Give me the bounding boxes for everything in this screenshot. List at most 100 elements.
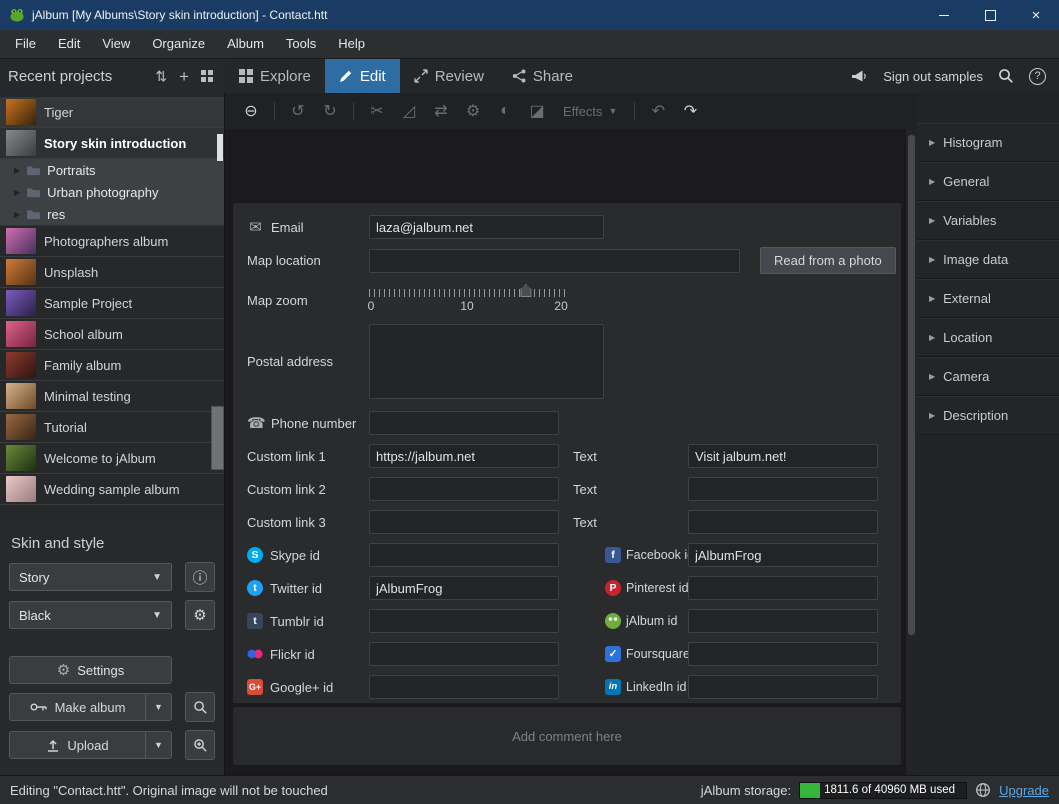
googleplus-id-input[interactable] (369, 675, 559, 699)
expand-icon[interactable]: ▶ (14, 210, 20, 219)
make-album-button[interactable]: Make album (10, 694, 145, 720)
project-item[interactable]: Family album (0, 350, 224, 381)
slider-thumb[interactable] (520, 284, 531, 297)
custom-link-1-url-input[interactable] (369, 444, 559, 468)
project-item[interactable]: Tutorial (0, 412, 224, 443)
redo-icon[interactable]: ↷ (676, 98, 704, 124)
rotate-left-icon[interactable]: ↺ (284, 98, 312, 124)
panel-section-histogram[interactable]: ▶Histogram (917, 123, 1059, 162)
tumblr-id-input[interactable] (369, 609, 559, 633)
sidebar-scrollbar-thumb[interactable] (211, 406, 224, 470)
minimize-button[interactable] (921, 0, 967, 30)
upload-dropdown[interactable]: ▼ (145, 732, 171, 758)
custom-link-3-url-input[interactable] (369, 510, 559, 534)
tab-share[interactable]: Share (498, 59, 587, 93)
style-select[interactable]: Black ▼ (9, 601, 172, 629)
sign-out-link[interactable]: Sign out samples (883, 69, 983, 84)
upgrade-link[interactable]: Upgrade (999, 783, 1049, 798)
twitter-id-input[interactable] (369, 576, 559, 600)
menu-organize[interactable]: Organize (141, 30, 216, 58)
close-button[interactable]: × (1013, 0, 1059, 30)
menu-file[interactable]: File (4, 30, 47, 58)
project-item[interactable]: Minimal testing (0, 381, 224, 412)
make-album-dropdown[interactable]: ▼ (145, 694, 171, 720)
menu-tools[interactable]: Tools (275, 30, 327, 58)
read-from-photo-button[interactable]: Read from a photo (760, 247, 896, 274)
expand-icon[interactable]: ▶ (14, 166, 20, 175)
project-item[interactable]: School album (0, 319, 224, 350)
email-input[interactable] (369, 215, 604, 239)
add-project-icon[interactable]: + (179, 68, 189, 85)
foursquare-id-input[interactable] (688, 642, 878, 666)
tree-item[interactable]: ▶res (0, 203, 224, 225)
effects-dropdown[interactable]: Effects▼ (555, 104, 625, 119)
menu-view[interactable]: View (91, 30, 141, 58)
project-item[interactable]: Wedding sample album (0, 474, 224, 505)
project-item[interactable]: Tiger (0, 97, 224, 128)
menu-help[interactable]: Help (327, 30, 376, 58)
tab-edit[interactable]: Edit (325, 59, 400, 93)
straighten-icon[interactable]: ◿ (395, 98, 423, 124)
style-settings-button[interactable]: ⚙ (185, 600, 215, 630)
project-item[interactable]: Unsplash (0, 257, 224, 288)
expand-icon[interactable]: ▶ (14, 188, 20, 197)
panel-section-variables[interactable]: ▶Variables (917, 201, 1059, 240)
rotate-right-icon[interactable]: ↻ (316, 98, 344, 124)
tab-review[interactable]: Review (400, 59, 498, 93)
upload-button[interactable]: Upload (10, 732, 145, 758)
linkedin-id-input[interactable] (688, 675, 878, 699)
editor-scrollbar[interactable] (905, 129, 917, 775)
project-name: Minimal testing (44, 389, 131, 404)
tab-explore[interactable]: Explore (225, 59, 325, 93)
panel-section-camera[interactable]: ▶Camera (917, 357, 1059, 396)
panel-section-location[interactable]: ▶Location (917, 318, 1059, 357)
pinterest-id-input[interactable] (688, 576, 878, 600)
editor-scrollbar-thumb[interactable] (908, 135, 915, 635)
project-item[interactable]: Photographers album (0, 226, 224, 257)
settings-button[interactable]: ⚙ Settings (9, 656, 172, 684)
globe-icon[interactable] (975, 782, 991, 798)
custom-link-1-text-input[interactable] (688, 444, 878, 468)
tree-item[interactable]: ▶Portraits (0, 159, 224, 181)
panel-section-image-data[interactable]: ▶Image data (917, 240, 1059, 279)
sort-icon[interactable]: ⇅ (155, 69, 167, 83)
zoom-out-icon[interactable]: ⊖ (237, 98, 265, 124)
preview-upload-button[interactable] (185, 730, 215, 760)
comment-input[interactable]: Add comment here (233, 707, 901, 765)
menu-album[interactable]: Album (216, 30, 275, 58)
map-location-input[interactable] (369, 249, 740, 273)
preview-album-button[interactable] (185, 692, 215, 722)
grid-view-icon[interactable] (201, 70, 213, 82)
facebook-id-input[interactable] (688, 543, 878, 567)
panel-section-external[interactable]: ▶External (917, 279, 1059, 318)
panel-section-general[interactable]: ▶General (917, 162, 1059, 201)
custom-link-2-url-input[interactable] (369, 477, 559, 501)
project-item[interactable]: Story skin introduction (0, 128, 224, 159)
skype-id-input[interactable] (369, 543, 559, 567)
flip-icon[interactable]: ⇄ (427, 98, 455, 124)
contrast-icon[interactable]: ◐ (491, 98, 519, 124)
crop-icon[interactable]: ✂ (363, 98, 391, 124)
project-item[interactable]: Welcome to jAlbum (0, 443, 224, 474)
phone-input[interactable] (369, 411, 559, 435)
postal-address-textarea[interactable] (369, 324, 604, 399)
tree-item[interactable]: ▶Urban photography (0, 181, 224, 203)
undo-icon[interactable]: ↶ (644, 98, 672, 124)
maximize-button[interactable] (967, 0, 1013, 30)
announcements-megaphone-icon[interactable] (851, 69, 868, 84)
help-icon[interactable]: ? (1029, 68, 1046, 85)
search-icon[interactable] (998, 68, 1014, 84)
map-zoom-slider[interactable]: 0 10 20 (369, 282, 565, 318)
custom-link-3-text-input[interactable] (688, 510, 878, 534)
custom-link-2-text-input[interactable] (688, 477, 878, 501)
jalbum-id-input[interactable] (688, 609, 878, 633)
skin-section-title: Skin and style (9, 529, 215, 562)
panel-section-description[interactable]: ▶Description (917, 396, 1059, 435)
project-item[interactable]: Sample Project (0, 288, 224, 319)
gradient-icon[interactable]: ◪ (523, 98, 551, 124)
adjust-icon[interactable]: ⚙ (459, 98, 487, 124)
skin-select[interactable]: Story ▼ (9, 563, 172, 591)
flickr-id-input[interactable] (369, 642, 559, 666)
skin-info-button[interactable]: ⓘ (185, 562, 215, 592)
menu-edit[interactable]: Edit (47, 30, 91, 58)
